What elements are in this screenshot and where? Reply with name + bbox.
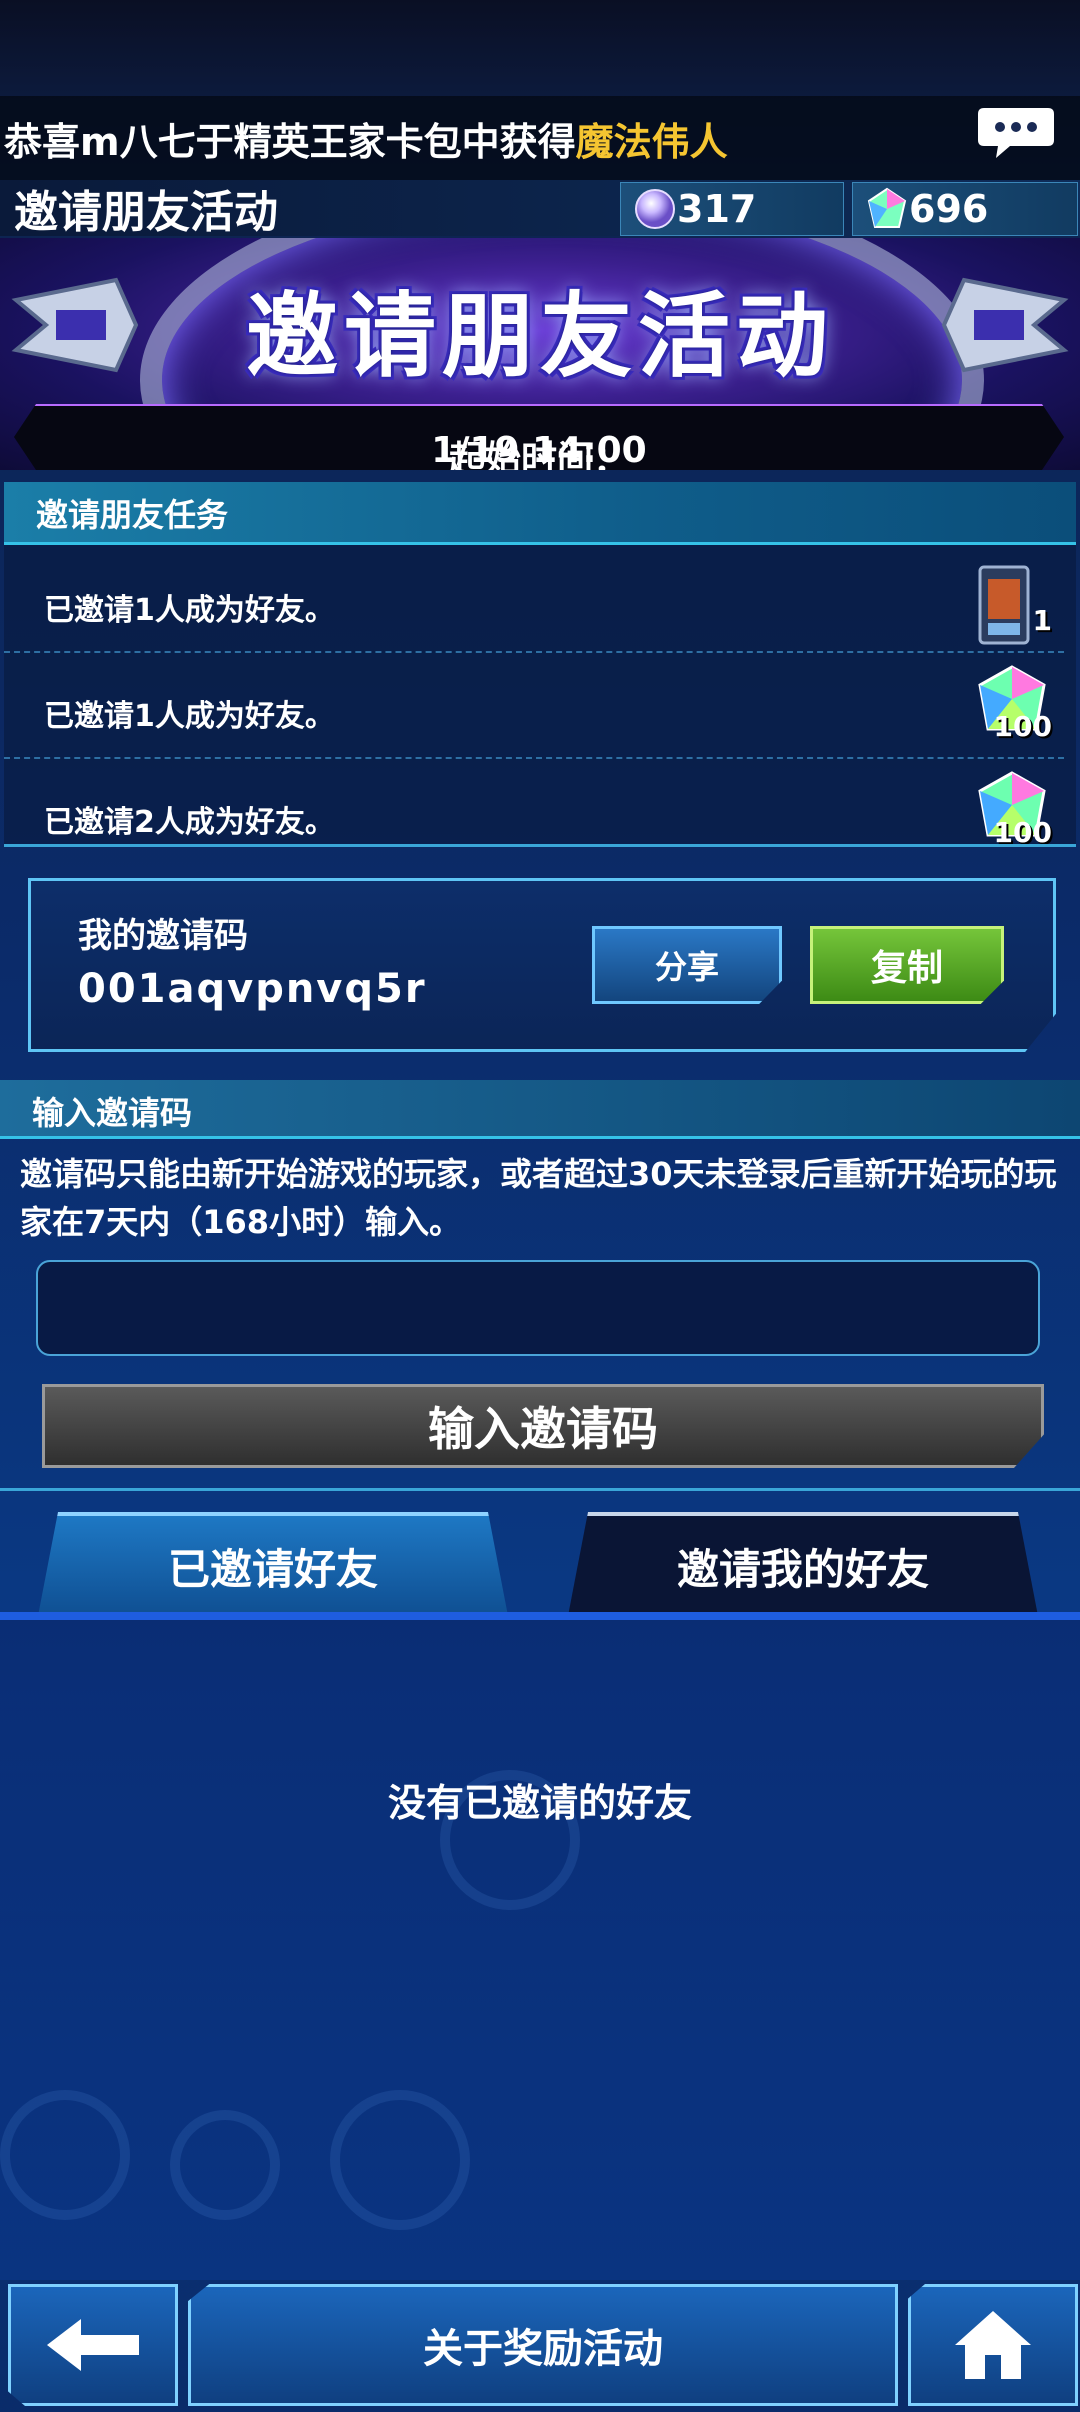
card-pack-icon: [978, 565, 1030, 645]
list-item: 已邀请2人成为好友。 100: [4, 757, 1064, 845]
home-button[interactable]: [908, 2284, 1078, 2406]
task-label: 已邀请2人成为好友。: [44, 805, 335, 840]
banner-title: 邀请朋友活动: [245, 283, 834, 390]
list-item: 已邀请1人成为好友。 100: [4, 651, 1064, 759]
page-title: 邀请朋友活动: [14, 187, 278, 238]
orb-icon: [635, 189, 675, 229]
tasks-heading: 邀请朋友任务: [4, 482, 1076, 545]
task-label: 已邀请1人成为好友。: [44, 593, 335, 628]
task-label: 已邀请1人成为好友。: [44, 699, 335, 734]
tab-invited-friends[interactable]: 已邀请好友: [38, 1512, 508, 1616]
friends-list-panel: [0, 1620, 1080, 2280]
orb-count: 317: [677, 187, 757, 231]
ticker-highlight: 魔法伟人: [575, 119, 728, 164]
home-icon: [955, 2311, 1031, 2379]
background-decoration: [330, 2090, 470, 2230]
my-invite-code-label: 我的邀请码: [78, 916, 248, 956]
chat-button[interactable]: [976, 104, 1056, 162]
arrow-left-icon: [47, 2319, 139, 2371]
empty-state-message: 没有已邀请的好友: [387, 1781, 692, 1825]
gem-count: 696: [909, 187, 989, 231]
reward-count: 100: [993, 816, 1052, 845]
tab-friends-who-invited-me[interactable]: 邀请我的好友: [568, 1512, 1038, 1616]
gem-counter: 696: [852, 182, 1078, 236]
start-time-value: 1/19 14:00: [431, 430, 647, 471]
orb-counter: 317: [620, 182, 844, 236]
enter-invite-code-button[interactable]: 输入邀请码: [42, 1384, 1044, 1468]
invite-code-input[interactable]: [36, 1260, 1040, 1356]
background-decoration: [0, 2090, 130, 2220]
tab-underline: [0, 1612, 1080, 1620]
copy-button[interactable]: 复制: [810, 926, 1004, 1004]
back-button[interactable]: [8, 2284, 178, 2406]
input-code-heading: 输入邀请码: [0, 1080, 1080, 1139]
gem-icon: [867, 187, 907, 228]
tasks-heading-text: 邀请朋友任务: [36, 496, 229, 534]
ticker-text: 恭喜m八七于精英王家卡包中获得: [4, 119, 576, 164]
announcement-ticker: 恭喜m八七于精英王家卡包中获得魔法伟人: [0, 96, 1080, 180]
input-code-description: 邀请码只能由新开始游戏的玩家，或者超过30天未登录后重新开始玩的玩家在7天内（1…: [20, 1155, 1057, 1241]
my-invite-code-value: 001aqvpnvq5r: [78, 966, 427, 1012]
reward-count: 1: [1032, 604, 1052, 637]
share-button[interactable]: 分享: [592, 926, 782, 1004]
top-status-area: [0, 0, 1080, 96]
background-decoration: [170, 2110, 280, 2220]
list-item: 已邀请1人成为好友。 1: [4, 545, 1064, 653]
input-code-heading-text: 输入邀请码: [32, 1094, 193, 1132]
divider: [0, 1488, 1080, 1491]
tasks-list[interactable]: 已邀请1人成为好友。 1 已邀请1人成为好友。 100 已邀请2人成为好友。 1…: [4, 545, 1076, 845]
start-time-bar: 起始时间： 1/19 14:00: [14, 404, 1064, 471]
chat-bubble-icon: [978, 108, 1054, 158]
about-rewards-button[interactable]: 关于奖励活动: [188, 2284, 898, 2406]
reward-count: 100: [993, 710, 1052, 743]
divider: [4, 844, 1076, 847]
